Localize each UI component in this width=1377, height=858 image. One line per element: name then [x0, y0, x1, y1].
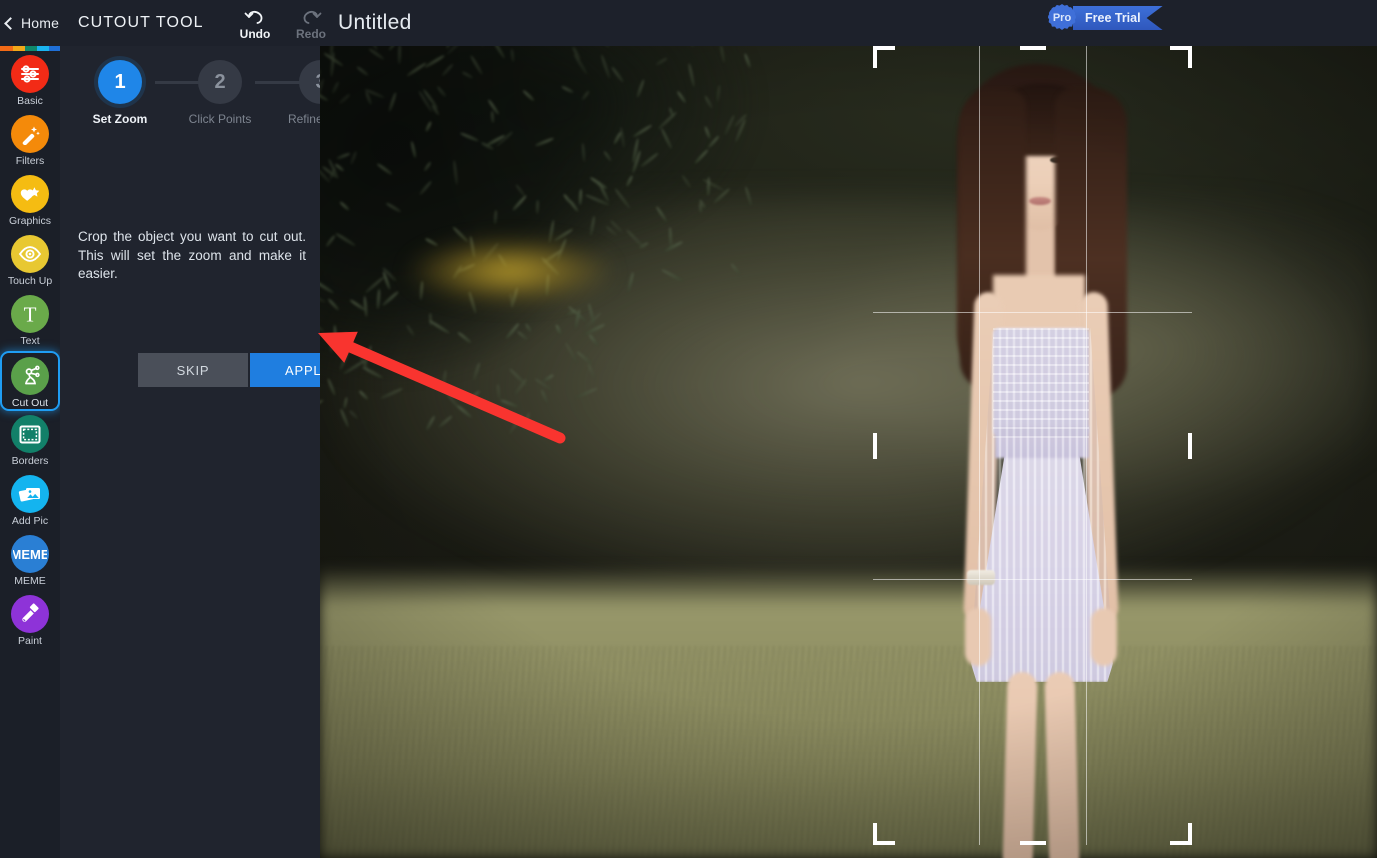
step-indicator: 1 Set Zoom 2 Click Points 3 Refine Edge [60, 46, 354, 146]
sliders-icon [11, 55, 49, 93]
sidebar-item-label: MEME [14, 575, 46, 587]
sidebar-item-touch-up[interactable]: Touch Up [0, 231, 60, 291]
sidebar-item-graphics[interactable]: Graphics [0, 171, 60, 231]
free-trial-ribbon-label: Free Trial [1073, 6, 1163, 30]
image-editor-window: Home CUTOUT TOOL Undo Redo Untitled Pro … [0, 0, 1377, 858]
instruction-text: Crop the object you want to cut out. Thi… [78, 229, 306, 281]
text-t-icon: T [11, 295, 49, 333]
photos-icon [11, 475, 49, 513]
step-2-label: Click Points [188, 112, 252, 126]
magic-wand-icon [11, 115, 49, 153]
step-click-points[interactable]: 2 Click Points [185, 60, 255, 126]
sidebar-item-label: Filters [15, 155, 45, 167]
step-1-label: Set Zoom [92, 112, 148, 126]
sidebar-item-cut-out[interactable]: Cut Out [0, 351, 60, 411]
home-button-label: Home [21, 15, 60, 31]
step-set-zoom[interactable]: 1 Set Zoom [85, 60, 155, 126]
photo-image [320, 46, 1377, 858]
sidebar-item-label: Add Pic [11, 515, 49, 527]
sidebar-item-label: Basic [17, 95, 43, 107]
redo-button[interactable]: Redo [292, 0, 330, 46]
pro-rosette-icon: Pro [1048, 4, 1076, 31]
back-chevron-icon [4, 16, 17, 30]
step-1-circle: 1 [98, 60, 142, 104]
tool-panel-title: CUTOUT TOOL [78, 14, 204, 31]
undo-button[interactable]: Undo [236, 0, 274, 46]
pro-free-trial-badge[interactable]: Pro Free Trial [1048, 4, 1163, 31]
cutout-tool-panel: 1 Set Zoom 2 Click Points 3 Refine Edge … [60, 46, 365, 858]
sidebar-item-meme[interactable]: MEME MEME [0, 531, 60, 591]
photo-warm-glow-layer [375, 228, 645, 314]
svg-text:MEME: MEME [13, 547, 47, 562]
skip-button[interactable]: SKIP [138, 353, 248, 387]
sidebar-item-list: Basic Filters Graphics Touch Up T Text Cu… [0, 51, 60, 651]
sidebar-item-borders[interactable]: Borders [0, 411, 60, 471]
top-bar: Home CUTOUT TOOL Undo Redo Untitled Pro … [0, 0, 1377, 46]
sidebar-item-label: Touch Up [7, 275, 53, 287]
redo-label: Redo [296, 27, 326, 41]
document-title[interactable]: Untitled [338, 0, 412, 46]
redo-arrow-icon [299, 6, 323, 28]
sidebar-item-label: Borders [11, 455, 49, 467]
undo-arrow-icon [243, 6, 267, 28]
sidebar-item-filters[interactable]: Filters [0, 111, 60, 171]
eye-icon [11, 235, 49, 273]
heart-star-icon [11, 175, 49, 213]
sidebar-item-basic[interactable]: Basic [0, 51, 60, 111]
sidebar-item-label: Text [20, 335, 40, 347]
sidebar-item-label: Cut Out [11, 397, 49, 409]
sidebar-item-text[interactable]: T Text [0, 291, 60, 351]
undo-redo-group: Undo Redo [236, 0, 330, 46]
step-2-circle: 2 [198, 60, 242, 104]
sidebar-item-label: Graphics [8, 215, 51, 227]
sidebar-item-add-pic[interactable]: Add Pic [0, 471, 60, 531]
meme-icon: MEME [11, 535, 49, 573]
svg-text:T: T [24, 303, 37, 325]
sidebar-item-label: Paint [18, 635, 42, 647]
scissors-cut-icon [11, 357, 49, 395]
paintbrush-icon [11, 595, 49, 633]
photo-subject-woman [847, 60, 1217, 858]
sidebar-item-paint[interactable]: Paint [0, 591, 60, 651]
home-button[interactable]: Home [0, 0, 60, 46]
tools-sidebar: Basic Filters Graphics Touch Up T Text Cu… [0, 46, 60, 858]
frame-icon [11, 415, 49, 453]
image-canvas[interactable] [320, 46, 1377, 858]
undo-label: Undo [239, 27, 271, 41]
